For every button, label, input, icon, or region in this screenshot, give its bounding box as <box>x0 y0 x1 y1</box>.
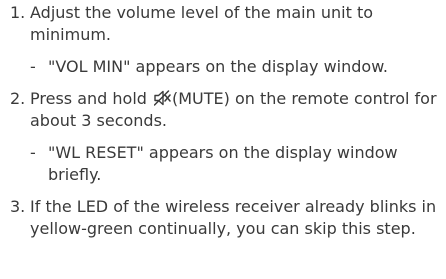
instruction-list: 1. Adjust the volume level of the main u… <box>0 0 446 238</box>
step-text: If the LED of the wireless receiver alre… <box>30 197 437 238</box>
step-1: 1. Adjust the volume level of the main u… <box>0 2 446 46</box>
step-text: Adjust the volume level of the main unit… <box>30 3 373 44</box>
step-text-before-icon: Press and hold <box>30 89 152 108</box>
step-3: 3. If the LED of the wireless receiver a… <box>0 196 446 240</box>
step-text: Press and hold (MUTE) on the remote cont… <box>30 88 440 132</box>
step-1-note: - "VOL MIN" appears on the display windo… <box>0 56 446 78</box>
note-dash: - <box>30 143 36 162</box>
note-text: "WL RESET" appears on the display window… <box>48 143 398 184</box>
mute-icon <box>154 90 171 106</box>
step-number: 1. <box>10 3 26 22</box>
note-dash: - <box>30 57 36 76</box>
step-number: 3. <box>10 197 26 216</box>
step-2-note: - "WL RESET" appears on the display wind… <box>0 142 446 186</box>
note-text: "VOL MIN" appears on the display window. <box>48 57 388 76</box>
step-2: 2. Press and hold (MUTE) on the remote c… <box>0 88 446 132</box>
step-number: 2. <box>10 89 26 108</box>
